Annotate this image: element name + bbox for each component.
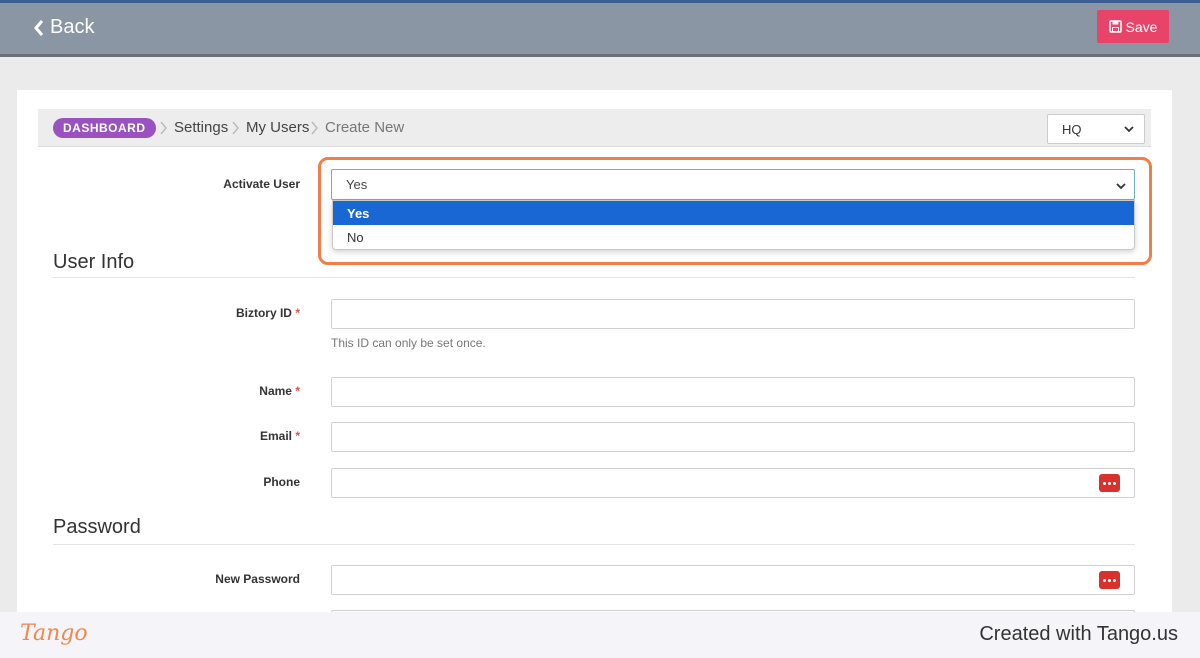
biztory-id-label: Biztory ID * — [235, 306, 300, 320]
email-label: Email * — [259, 429, 300, 443]
breadcrumb-dashboard[interactable]: DASHBOARD — [53, 118, 156, 138]
user-info-title: User Info — [53, 251, 135, 273]
name-input[interactable] — [331, 377, 1135, 407]
activate-user-value: Yes — [346, 177, 368, 192]
top-bar: Back — [0, 0, 1200, 57]
breadcrumb-my-users[interactable]: My Users — [246, 118, 309, 138]
save-label: Save — [1125, 18, 1158, 35]
tango-logo: Tango — [20, 621, 88, 646]
floppy-disk-icon — [1108, 20, 1122, 33]
password-manager-icon[interactable] — [1099, 474, 1120, 492]
chevron-right-icon — [160, 121, 167, 135]
new-password-input[interactable] — [331, 565, 1135, 595]
phone-label: Phone — [263, 475, 300, 489]
new-password-label: New Password — [215, 572, 300, 586]
password-title: Password — [53, 516, 141, 538]
chevron-right-icon — [232, 121, 239, 135]
activate-user-select[interactable]: Yes — [331, 169, 1135, 200]
back-label: Back — [50, 16, 95, 38]
breadcrumb-settings[interactable]: Settings — [174, 118, 228, 138]
option-yes[interactable]: Yes — [333, 201, 1134, 225]
activate-user-label: Activate User — [223, 177, 300, 191]
biztory-id-input[interactable] — [331, 299, 1135, 329]
section-divider — [53, 544, 1135, 545]
chevron-left-icon — [34, 19, 44, 36]
location-select-value: HQ — [1062, 121, 1082, 137]
phone-input[interactable] — [331, 468, 1135, 498]
option-no[interactable]: No — [333, 225, 1134, 249]
chevron-down-icon — [1116, 183, 1126, 190]
chevron-right-icon — [311, 121, 318, 135]
email-input[interactable] — [331, 422, 1135, 452]
created-with-tango: Created with Tango.us — [979, 623, 1178, 645]
chevron-down-icon — [1124, 126, 1134, 133]
name-label: Name * — [259, 384, 300, 398]
back-button[interactable]: Back — [34, 16, 94, 39]
save-button[interactable]: Save — [1097, 10, 1169, 43]
biztory-id-help: This ID can only be set once. — [331, 336, 486, 350]
breadcrumb-create-new: Create New — [325, 119, 405, 136]
password-manager-icon[interactable] — [1099, 571, 1120, 589]
activate-user-dropdown: Yes No — [332, 200, 1135, 250]
section-divider — [53, 277, 1135, 278]
location-select[interactable]: HQ — [1047, 114, 1145, 144]
